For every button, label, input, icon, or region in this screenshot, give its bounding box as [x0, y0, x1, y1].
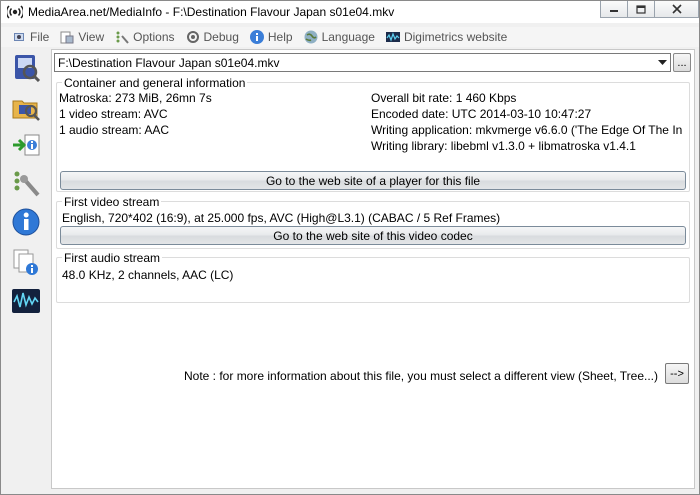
maximize-icon	[636, 4, 646, 14]
menu-file[interactable]: File	[11, 29, 49, 45]
file-selector-value: F:\Destination Flavour Japan s01e04.mkv	[58, 55, 280, 70]
digimetrics-icon	[12, 289, 40, 313]
general-left-line-2: 1 video stream: AVC	[59, 107, 168, 121]
mediainfo-window: MediaArea.net/MediaInfo - F:\Destination…	[0, 0, 700, 495]
file-selector[interactable]: F:\Destination Flavour Japan s01e04.mkv	[54, 53, 671, 72]
general-right-line-4: Writing library: libebml v1.3.0 + libmat…	[371, 139, 636, 153]
general-left-line-1: Matroska: 273 MiB, 26mn 7s	[59, 91, 212, 105]
open-file-icon	[15, 55, 41, 82]
digimetrics-button[interactable]	[10, 285, 42, 317]
menu-help-label: Help	[267, 30, 293, 44]
file-icon	[11, 29, 27, 45]
video-stream-info: English, 720*402 (16:9), at 25.000 fps, …	[62, 211, 501, 225]
language-icon	[303, 29, 319, 45]
general-info-title: Container and general information	[62, 76, 248, 90]
general-info-group: Container and general information Matros…	[56, 76, 690, 192]
menu-digimetrics[interactable]: Digimetrics website	[385, 29, 507, 45]
menu-file-label: File	[30, 30, 50, 44]
video-codec-website-button[interactable]: Go to the web site of this video codec	[60, 226, 686, 245]
audio-stream-title: First audio stream	[62, 251, 163, 265]
options-icon	[114, 29, 130, 45]
menu-view[interactable]: View	[59, 29, 104, 45]
close-icon	[671, 4, 682, 14]
about-icon	[12, 208, 40, 236]
left-toolbar	[7, 49, 45, 489]
video-stream-title: First video stream	[62, 195, 162, 209]
general-left-line-3: 1 audio stream: AAC	[59, 123, 170, 137]
maximize-button[interactable]	[627, 1, 655, 18]
about-button[interactable]	[10, 206, 42, 238]
open-file-button[interactable]	[10, 51, 42, 83]
player-website-button[interactable]: Go to the web site of a player for this …	[60, 171, 686, 190]
view-note: Note : for more information about this f…	[184, 369, 658, 383]
mediainfo-app-icon	[5, 4, 25, 20]
change-view-button[interactable]: -->	[665, 363, 689, 384]
general-right-line-2: Encoded date: UTC 2014-03-10 10:47:27	[371, 107, 592, 121]
audio-stream-info: 48.0 KHz, 2 channels, AAC (LC)	[62, 268, 234, 282]
minimize-icon	[610, 10, 618, 12]
close-button[interactable]	[654, 1, 699, 18]
title-bar: MediaArea.net/MediaInfo - F:\Destination…	[1, 1, 699, 23]
menu-help[interactable]: Help	[249, 29, 293, 45]
preferences-button[interactable]	[10, 167, 42, 199]
open-folder-icon	[12, 100, 40, 121]
preferences-icon	[14, 171, 40, 197]
window-title: MediaArea.net/MediaInfo - F:\Destination…	[28, 5, 395, 19]
general-right-line-3: Writing application: mkvmerge v6.6.0 ('T…	[371, 123, 683, 137]
help-icon	[249, 29, 265, 45]
browse-more-button[interactable]: ...	[673, 53, 691, 72]
menu-options[interactable]: Options	[114, 29, 175, 45]
menu-language[interactable]: Language	[303, 29, 375, 45]
debug-icon	[185, 29, 201, 45]
audio-stream-group: First audio stream 48.0 KHz, 2 channels,…	[56, 251, 690, 303]
menu-debug-label: Debug	[203, 30, 239, 44]
digimetrics-icon	[385, 29, 401, 45]
video-stream-group: First video stream English, 720*402 (16:…	[56, 195, 690, 249]
menu-options-label: Options	[133, 30, 175, 44]
minimize-button[interactable]	[600, 1, 628, 18]
menu-view-label: View	[78, 30, 105, 44]
menu-language-label: Language	[321, 30, 375, 44]
knowledge-base-button[interactable]	[10, 246, 42, 278]
main-content: F:\Destination Flavour Japan s01e04.mkv …	[51, 49, 695, 489]
general-right-line-1: Overall bit rate: 1 460 Kbps	[371, 91, 517, 105]
window-controls	[600, 1, 699, 18]
menu-bar: File View Options Debug Help Language Di…	[1, 27, 699, 47]
knowledge-base-icon	[13, 249, 38, 275]
export-icon	[13, 134, 40, 156]
menu-digimetrics-label: Digimetrics website	[403, 30, 508, 44]
menu-debug[interactable]: Debug	[185, 29, 239, 45]
chevron-down-icon	[658, 60, 667, 65]
view-icon	[59, 29, 75, 45]
export-button[interactable]	[10, 129, 42, 161]
open-folder-button[interactable]	[10, 91, 42, 123]
